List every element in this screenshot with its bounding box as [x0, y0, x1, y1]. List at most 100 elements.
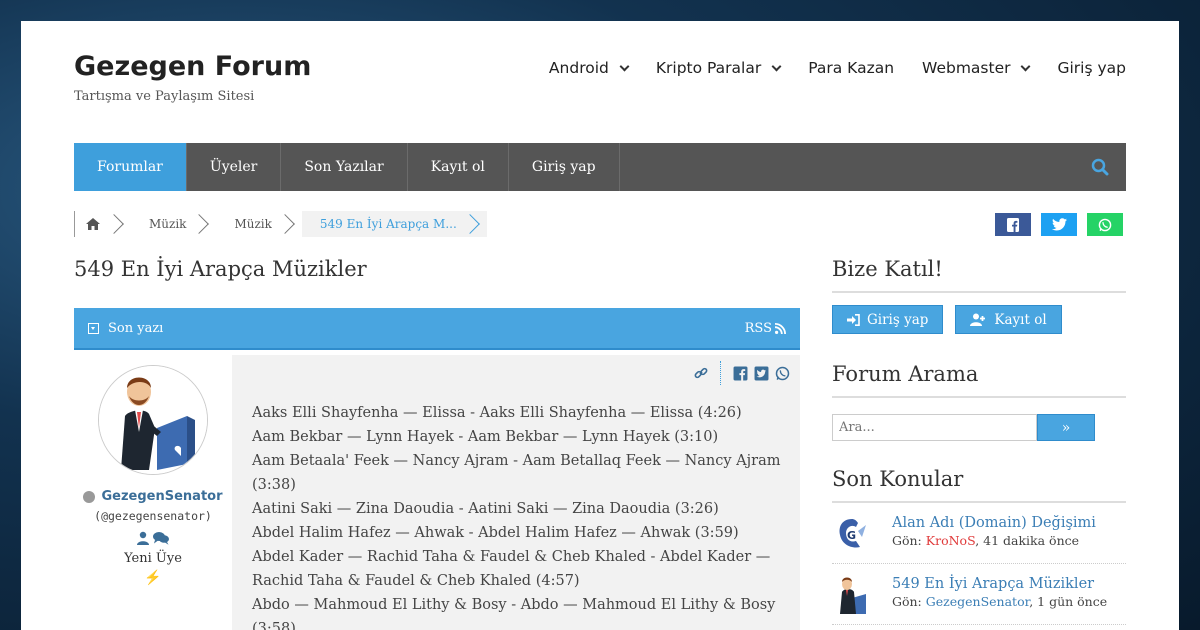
- recent-topic-meta: Gön: GezegenSenator, 1 gün önce: [892, 594, 1107, 609]
- recent-topics-title: Son Konular: [832, 467, 1126, 503]
- svg-text:G: G: [847, 529, 856, 542]
- rss-icon: [775, 322, 786, 334]
- breadcrumb-item[interactable]: Müzik: [216, 211, 301, 237]
- login-label: Giriş yap: [867, 311, 929, 328]
- search-button[interactable]: [1074, 143, 1126, 191]
- meta-prefix: Gön:: [892, 594, 922, 609]
- post-content: Aaks Elli Shayfenha — Elissa - Aaks Elli…: [252, 401, 782, 630]
- site-description: Tartışma ve Paylaşım Sitesi: [74, 89, 255, 104]
- recent-topic-meta: Gön: KroNoS, 41 dakika önce: [892, 533, 1096, 548]
- whatsapp-share-button[interactable]: [1087, 213, 1123, 236]
- join-actions: Giriş yap Kayıt ol: [832, 305, 1126, 334]
- tab-kayit-ol[interactable]: Kayıt ol: [408, 143, 509, 191]
- tab-uyeler[interactable]: Üyeler: [187, 143, 282, 191]
- messages-icon[interactable]: [152, 531, 170, 545]
- tab-forumlar[interactable]: Forumlar: [74, 143, 187, 191]
- top-nav-label: Android: [548, 59, 609, 77]
- avatar-icon: [99, 366, 207, 474]
- breadcrumb-separator: [459, 214, 480, 234]
- post-line: Aam Betaala' Feek — Nancy Ajram - Aam Be…: [252, 453, 781, 493]
- forum-search: »: [832, 414, 1126, 441]
- author-actions: [74, 531, 232, 545]
- permalink-icon[interactable]: [694, 366, 708, 380]
- post-line: Abdel Halim Hafez — Ahwak - Abdel Halim …: [252, 525, 739, 541]
- share-buttons: [995, 213, 1123, 236]
- post-header-label: Son yazı: [108, 320, 164, 336]
- top-nav-android[interactable]: Android: [548, 59, 630, 77]
- breadcrumb: Müzik Müzik 549 En İyi Arapça M...: [74, 211, 487, 237]
- topic-author-link[interactable]: GezegenSenator: [926, 594, 1029, 609]
- twitter-icon[interactable]: [754, 366, 769, 381]
- facebook-icon: [1007, 217, 1019, 232]
- breadcrumb-label: Müzik: [234, 217, 272, 231]
- top-nav-label: Para Kazan: [808, 59, 895, 77]
- facebook-icon[interactable]: [733, 366, 748, 381]
- rss-label: RSS: [744, 320, 772, 336]
- user-avatar-icon[interactable]: G: [834, 515, 870, 553]
- search-title: Forum Arama: [832, 362, 1126, 398]
- facebook-share-button[interactable]: [995, 213, 1031, 236]
- meta-prefix: Gön:: [892, 533, 922, 548]
- topic-title: 549 En İyi Arapça Müzikler: [74, 257, 367, 281]
- top-nav-login[interactable]: Giriş yap: [1057, 59, 1126, 77]
- top-nav-webmaster[interactable]: Webmaster: [922, 59, 1031, 77]
- breadcrumb-separator: [104, 214, 124, 234]
- author-role: Yeni Üye: [124, 551, 182, 566]
- top-nav: Android Kripto Paralar Para Kazan Webmas…: [521, 59, 1126, 77]
- top-nav-kripto-paralar[interactable]: Kripto Paralar: [655, 59, 782, 77]
- post-tools: [694, 361, 790, 385]
- top-nav-label: Webmaster: [922, 59, 1011, 77]
- author-name[interactable]: GezegenSenator: [74, 489, 232, 504]
- post-line: Aatini Saki — Zina Daoudia - Aatini Saki…: [252, 501, 719, 517]
- recent-topic-link[interactable]: Alan Adı (Domain) Değişimi: [892, 515, 1096, 531]
- chevron-down-icon: [771, 61, 782, 71]
- tab-giris-yap[interactable]: Giriş yap: [509, 143, 620, 191]
- rss-link[interactable]: RSS: [745, 321, 786, 336]
- post-line: Aaks Elli Shayfenha — Elissa - Aaks Elli…: [252, 405, 742, 421]
- divider: [720, 361, 721, 385]
- register-button[interactable]: Kayıt ol: [955, 305, 1062, 334]
- join-title: Bize Katıl!: [832, 257, 1126, 293]
- recent-topic-link[interactable]: 549 En İyi Arapça Müzikler: [892, 576, 1107, 592]
- user-avatar-icon[interactable]: [834, 576, 870, 614]
- breadcrumb-home[interactable]: [75, 211, 131, 237]
- breadcrumb-item[interactable]: Müzik: [131, 211, 216, 237]
- post-body: Aaks Elli Shayfenha — Elissa - Aaks Elli…: [232, 355, 800, 630]
- offline-status-icon: [83, 490, 96, 503]
- post-line: Abdel Kader — Rachid Taha & Faudel & Che…: [252, 549, 771, 589]
- twitter-icon: [1051, 218, 1067, 231]
- home-icon: [86, 218, 100, 230]
- topic-time: , 1 gün önce: [1029, 594, 1108, 609]
- post-line: Abdo — Mahmoud El Lithy & Bosy - Abdo — …: [252, 597, 776, 630]
- sidebar: Bize Katıl! Giriş yap Kayıt ol Forum Ara…: [832, 257, 1126, 625]
- post-header: Son yazı RSS: [74, 308, 800, 350]
- page: Gezegen Forum Tartışma ve Paylaşım Sites…: [21, 21, 1179, 630]
- top-nav-para-kazan[interactable]: Para Kazan: [808, 59, 894, 77]
- main-nav: Forumlar Üyeler Son Yazılar Kayıt ol Gir…: [74, 143, 1126, 191]
- site-title[interactable]: Gezegen Forum: [74, 51, 311, 82]
- chevron-down-icon: [619, 61, 630, 71]
- breadcrumb-label: Müzik: [149, 217, 187, 231]
- topic-time: , 41 dakika önce: [975, 533, 1080, 548]
- list-item: 549 En İyi Arapça Müzikler Gön: GezegenS…: [832, 564, 1126, 625]
- whatsapp-icon[interactable]: [775, 366, 790, 381]
- top-nav-label: Giriş yap: [1057, 59, 1126, 77]
- search-icon: [1091, 158, 1109, 176]
- author-handle: (@gezegensenator): [94, 509, 212, 523]
- topic-author-link[interactable]: KroNoS: [926, 533, 975, 548]
- user-profile-icon[interactable]: [136, 531, 150, 545]
- top-nav-label: Kripto Paralar: [655, 59, 762, 77]
- post-author: GezegenSenator (@gezegensenator) Yeni Üy…: [74, 355, 232, 630]
- login-button[interactable]: Giriş yap: [832, 305, 944, 334]
- collapse-toggle-icon[interactable]: [88, 322, 99, 334]
- search-input[interactable]: [832, 414, 1037, 441]
- avatar[interactable]: [98, 365, 208, 475]
- register-label: Kayıt ol: [994, 311, 1047, 328]
- search-submit-button[interactable]: »: [1037, 414, 1095, 441]
- author-rank: ⚡: [144, 570, 162, 586]
- breadcrumb-separator: [275, 214, 295, 234]
- whatsapp-icon: [1098, 218, 1112, 231]
- tab-son-yazilar[interactable]: Son Yazılar: [281, 143, 408, 191]
- author-name-label: GezegenSenator: [101, 489, 223, 504]
- twitter-share-button[interactable]: [1041, 213, 1077, 236]
